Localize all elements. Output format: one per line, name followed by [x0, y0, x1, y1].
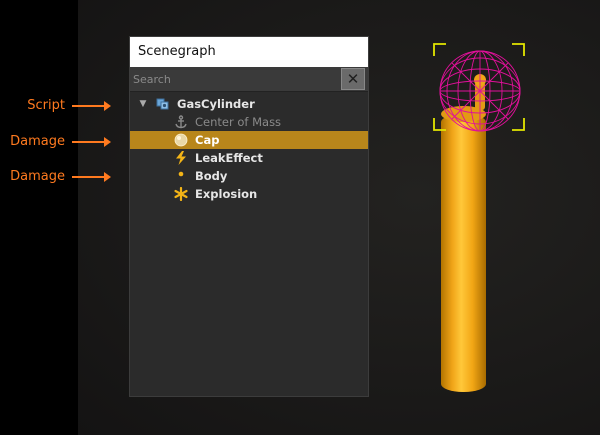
gas-cylinder-body[interactable] [441, 114, 486, 392]
dot-icon [173, 168, 189, 184]
scenegraph-panel: Scenegraph ✕ ▼ GasCylinder [129, 36, 369, 397]
panel-title: Scenegraph [130, 37, 368, 67]
tree-item-center-of-mass[interactable]: Center of Mass [130, 113, 368, 131]
tree-item-label: Center of Mass [195, 115, 282, 129]
sphere-icon [173, 132, 189, 148]
burst-icon [173, 186, 189, 202]
tree-item-label: GasCylinder [177, 97, 255, 111]
callout-script: Script [0, 98, 112, 114]
left-margin [0, 0, 78, 435]
close-icon: ✕ [346, 70, 360, 88]
callout-label: Script [27, 98, 65, 113]
arrow-right-icon [72, 98, 112, 114]
cap-wireframe-sphere [439, 50, 521, 132]
scene-tree: ▼ GasCylinder Center of Mass Cap LeakEff… [130, 92, 368, 203]
clear-search-button[interactable]: ✕ [341, 68, 365, 90]
arrow-right-icon [72, 169, 112, 185]
tree-item-label: Explosion [195, 187, 258, 201]
tree-item-cap[interactable]: Cap [130, 131, 368, 149]
entity-icon [155, 96, 171, 112]
tree-item-leakeffect[interactable]: LeakEffect [130, 149, 368, 167]
tree-item-body[interactable]: Body [130, 167, 368, 185]
tree-item-label: Cap [195, 133, 220, 147]
cap-selection-gizmo[interactable] [432, 42, 526, 132]
callout-damage-cap: Damage [0, 134, 112, 150]
tree-item-explosion[interactable]: Explosion [130, 185, 368, 203]
callout-damage-body: Damage [0, 169, 112, 185]
tree-item-label: LeakEffect [195, 151, 263, 165]
search-bar: ✕ [130, 66, 368, 92]
search-input[interactable] [130, 66, 341, 92]
lightning-icon [173, 150, 189, 166]
callout-label: Damage [10, 134, 65, 149]
arrow-right-icon [72, 134, 112, 150]
expand-triangle-icon[interactable]: ▼ [137, 99, 149, 109]
tree-item-gascylinder[interactable]: ▼ GasCylinder [130, 95, 368, 113]
tree-item-label: Body [195, 169, 228, 183]
callout-label: Damage [10, 169, 65, 184]
anchor-icon [173, 114, 189, 130]
